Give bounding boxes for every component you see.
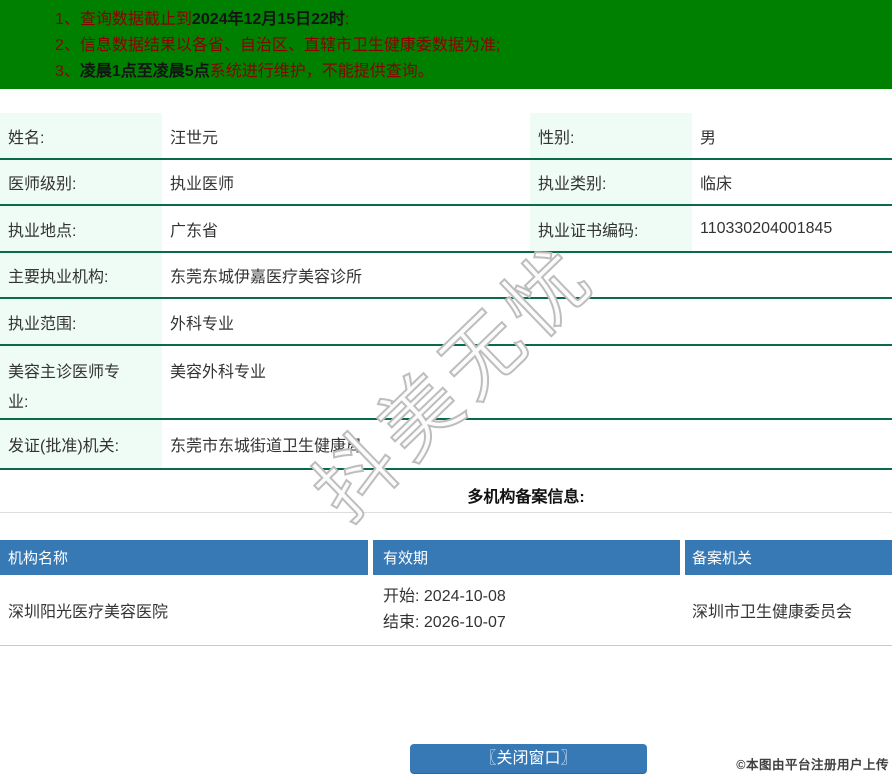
org-name-cell: 深圳阳光医疗美容医院 [0,575,368,645]
notice-line-3: 3、凌晨1点至凌晨5点系统进行维护，不能提供查询。 [55,59,882,85]
table-row-main-institution: 主要执业机构: 东莞东城伊嘉医疗美容诊所 [0,253,892,299]
record-row: 深圳阳光医疗美容医院 开始: 2024-10-08 结束: 2026-10-07… [0,575,892,646]
records-table-header: 机构名称 有效期 备案机关 [0,540,892,575]
validity-cell: 开始: 2024-10-08 结束: 2026-10-07 [373,575,680,645]
practice-scope-value: 外科专业 [162,299,892,344]
license-query-result-page: 1、查询数据截止到2024年12月15日22时; 2、信息数据结果以各省、自治区… [0,0,892,775]
validity-end-label: 结束: [383,614,420,631]
notice-bold-text: 凌晨1点至凌晨5点 [79,63,210,80]
table-row-name-gender: 姓名: 汪世元 性别: 男 [0,113,892,160]
practice-category-value: 临床 [692,160,892,204]
table-row-issuing-authority: 发证(批准)机关: 东莞市东城街道卫生健康局 [0,420,892,470]
notice-number: 1、 [55,11,80,28]
name-label: 姓名: [0,113,162,158]
table-row-level-category: 医师级别: 执业医师 执业类别: 临床 [0,160,892,206]
main-institution-value: 东莞东城伊嘉医疗美容诊所 [162,253,892,297]
name-value: 汪世元 [162,113,530,158]
certificate-number-value: 110330204001845 [692,206,892,251]
practice-category-label: 执业类别: [530,160,692,204]
main-institution-label: 主要执业机构: [0,253,162,297]
certificate-number-label: 执业证书编码: [530,206,692,251]
validity-start-label: 开始: [383,588,420,605]
validity-end-date: 2026-10-07 [423,614,506,631]
notice-text: 信息数据结果以各省、自治区、直辖市卫生健康委数据为准; [79,37,501,54]
practice-scope-label: 执业范围: [0,299,162,344]
notice-line-1: 1、查询数据截止到2024年12月15日22时; [55,7,882,33]
table-row-location-certno: 执业地点: 广东省 执业证书编码: 110330204001845 [0,206,892,253]
multi-institution-section-title: 多机构备案信息: [0,470,892,513]
table-row-cosmetic-specialty: 美容主诊医师专业: 美容外科专业 [0,346,892,420]
record-authority-cell: 深圳市卫生健康委员会 [685,575,892,645]
issuing-authority-label: 发证(批准)机关: [0,420,162,468]
notice-text: ; [344,11,350,28]
practice-location-label: 执业地点: [0,206,162,251]
notice-bold-text: 2024年12月15日22时 [191,11,345,28]
validity-start: 开始: 2024-10-08 [383,584,506,610]
cosmetic-specialty-label: 美容主诊医师专业: [0,346,162,418]
gender-label: 性别: [530,113,692,158]
validity-end: 结束: 2026-10-07 [383,610,506,636]
notice-number: 2、 [55,37,80,54]
doctor-level-label: 医师级别: [0,160,162,204]
notice-number: 3、 [55,63,80,80]
practice-location-value: 广东省 [162,206,530,251]
multi-institution-records-table: 机构名称 有效期 备案机关 深圳阳光医疗美容医院 开始: 2024-10-08 … [0,540,892,646]
notice-header: 1、查询数据截止到2024年12月15日22时; 2、信息数据结果以各省、自治区… [0,0,892,89]
cosmetic-specialty-value: 美容外科专业 [162,346,892,418]
practitioner-info-table: 姓名: 汪世元 性别: 男 医师级别: 执业医师 执业类别: 临床 执业地点: … [0,113,892,470]
table-row-practice-scope: 执业范围: 外科专业 [0,299,892,346]
footer-credit: ©本图由平台注册用户上传 [736,758,889,772]
org-name-column-header: 机构名称 [0,540,368,575]
notice-text: 查询数据截止到 [79,11,192,28]
gender-value: 男 [692,113,892,158]
validity-column-header: 有效期 [373,540,680,575]
doctor-level-value: 执业医师 [162,160,530,204]
record-authority-column-header: 备案机关 [685,540,892,575]
notice-text: 系统进行维护，不能提供查询。 [209,63,434,80]
validity-start-date: 2024-10-08 [423,588,506,605]
close-window-button[interactable]: 〖关闭窗口〗 [410,744,647,774]
issuing-authority-value: 东莞市东城街道卫生健康局 [162,420,892,468]
notice-line-2: 2、信息数据结果以各省、自治区、直辖市卫生健康委数据为准; [55,33,882,59]
